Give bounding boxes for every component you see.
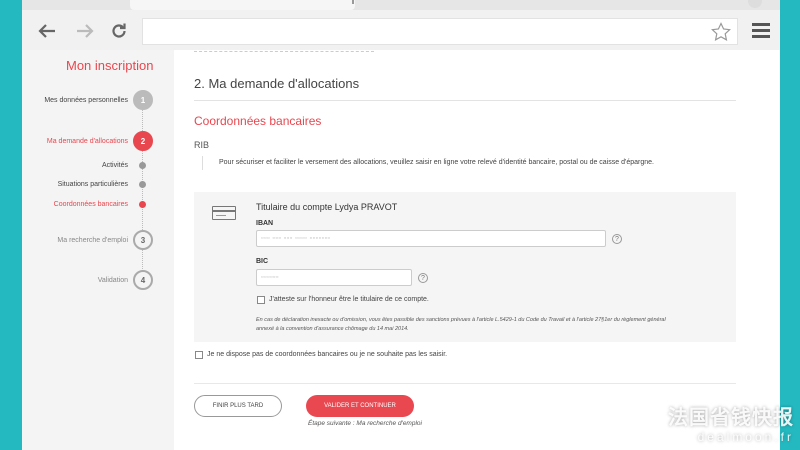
reload-icon — [112, 23, 126, 38]
watermark-line-2: dealmoon.fr — [697, 430, 794, 444]
progress-sidebar: Mon inscription Mes données personnelles… — [22, 50, 174, 450]
tab-marker — [352, 0, 354, 4]
divider — [194, 100, 736, 101]
iban-label: IBAN — [256, 220, 274, 227]
step-label-validation: Validation — [97, 277, 128, 284]
step-label-allocations[interactable]: Ma demande d'allocations — [47, 138, 128, 145]
account-holder: Titulaire du compte Lydya PRAVOT — [256, 202, 398, 212]
attest-label[interactable]: J'atteste sur l'honneur être le titulair… — [269, 296, 429, 303]
rib-description: Pour sécuriser et faciliter le versement… — [202, 156, 722, 170]
substep-label-situations[interactable]: Situations particulières — [58, 181, 128, 188]
substep-label-bank[interactable]: Coordonnées bancaires — [54, 201, 128, 208]
iban-input[interactable]: ▫▫▫ ▫▫▫ ▫▫▫ ▫▫▫▫ ▫▫▫▫▫▫▫ — [256, 230, 606, 247]
form-panel: 2. Ma demande d'allocations Coordonnées … — [174, 50, 780, 450]
page-content: Mon inscription Mes données personnelles… — [22, 50, 780, 450]
next-step-hint: Étape suivante : Ma recherche d'emploi — [308, 420, 422, 427]
step-4-circle: 4 — [133, 270, 153, 290]
forward-button[interactable] — [74, 20, 96, 42]
browser-toolbar — [22, 10, 780, 50]
star-icon[interactable] — [711, 22, 731, 42]
progress-line — [142, 250, 143, 271]
step-1-circle[interactable]: 1 — [133, 90, 153, 110]
scrolled-content-edge — [194, 46, 374, 52]
legal-notice: En cas de déclaration inexacte ou d'omis… — [256, 317, 666, 332]
no-bank-label[interactable]: Je ne dispose pas de coordonnées bancair… — [207, 351, 447, 358]
substep-label-activites[interactable]: Activités — [102, 162, 128, 169]
help-icon[interactable]: ? — [418, 273, 428, 283]
step-2-circle[interactable]: 2 — [133, 131, 153, 151]
browser-window: Mon inscription Mes données personnelles… — [22, 0, 780, 450]
back-arrow-icon — [38, 24, 55, 38]
sidebar-title: Mon inscription — [66, 58, 154, 73]
help-icon[interactable]: ? — [612, 234, 622, 244]
attest-checkbox[interactable] — [257, 296, 265, 304]
validate-continue-button[interactable]: VALIDER ET CONTINUER — [306, 395, 414, 417]
tab-bar — [22, 0, 780, 10]
bank-account-card: Titulaire du compte Lydya PRAVOT IBAN ▫▫… — [194, 192, 736, 342]
reload-button[interactable] — [108, 20, 130, 42]
menu-icon[interactable] — [750, 20, 772, 42]
page-title: 2. Ma demande d'allocations — [194, 76, 360, 91]
substep-dot-active — [139, 201, 146, 208]
finish-later-button[interactable]: FINIR PLUS TARD — [194, 395, 282, 417]
rib-label: RIB — [194, 140, 210, 150]
divider — [194, 383, 736, 384]
forward-arrow-icon — [77, 24, 94, 38]
step-label-job-search: Ma recherche d'emploi — [57, 237, 128, 244]
step-3-circle: 3 — [133, 230, 153, 250]
step-label-personal-data[interactable]: Mes données personnelles — [44, 97, 128, 104]
section-heading: Coordonnées bancaires — [194, 114, 322, 128]
back-button[interactable] — [36, 20, 58, 42]
address-bar[interactable] — [142, 18, 738, 45]
watermark-line-1: 法国省钱快报 — [668, 407, 794, 429]
watermark: 法国省钱快报 dealmoon.fr — [668, 401, 794, 444]
browser-tab[interactable] — [130, 0, 355, 10]
bic-label: BIC — [256, 258, 269, 265]
no-bank-checkbox[interactable] — [195, 351, 203, 359]
bank-card-icon — [212, 206, 236, 220]
substep-dot — [139, 162, 146, 169]
window-control[interactable] — [748, 0, 762, 8]
substep-dot — [139, 181, 146, 188]
bic-input[interactable]: ▫▫▫▫▫▫ — [256, 269, 412, 286]
